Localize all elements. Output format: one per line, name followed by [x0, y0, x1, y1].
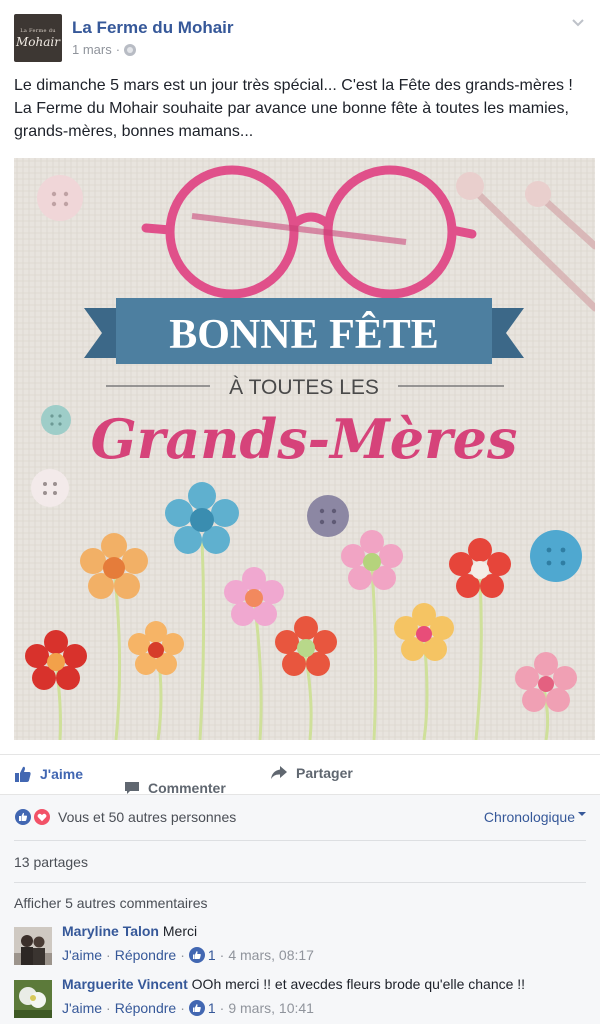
feedback-section: Vous et 50 autres personnes Chronologiqu…: [0, 794, 600, 1024]
comment-actions: J'aime · Répondre · 1 · 4 mars, 08:17: [62, 947, 314, 963]
comment-actions: J'aime · Répondre · 1 · 9 mars, 10:41: [62, 1000, 314, 1016]
post-text: Le dimanche 5 mars est un jour très spéc…: [14, 77, 573, 140]
share-arrow-icon: [271, 766, 287, 779]
comment-author[interactable]: Maryline Talon: [62, 923, 159, 939]
comment-sort-select[interactable]: Chronologique: [484, 809, 586, 825]
image-title-line1: BONNE FÊTE: [169, 311, 439, 358]
share-button[interactable]: Partager: [270, 765, 353, 781]
reactions-summary[interactable]: Vous et 50 autres personnes: [58, 809, 236, 825]
action-bar: J'aime Commenter Partager: [0, 754, 600, 796]
reaction-icons[interactable]: [14, 808, 54, 826]
comment-author[interactable]: Marguerite Vincent: [62, 976, 188, 992]
chevron-down-icon[interactable]: [570, 14, 586, 30]
like-label: J'aime: [40, 766, 84, 782]
fete-grands-meres-illustration: BONNE FÊTE À TOUTES LES Grands-Mères: [14, 158, 595, 740]
post-header: La Ferme du Mohair La Ferme du Mohair 1 …: [14, 14, 586, 64]
view-more-comments-link[interactable]: Afficher 5 autres commentaires: [14, 895, 208, 911]
comment-like-count[interactable]: 1: [208, 947, 216, 963]
post-image[interactable]: BONNE FÊTE À TOUTES LES Grands-Mères: [14, 158, 595, 740]
divider: [14, 840, 586, 841]
comment-like-link[interactable]: J'aime: [62, 947, 102, 963]
post-meta: 1 mars ·: [72, 42, 137, 57]
comment-reply-link[interactable]: Répondre: [115, 1000, 177, 1016]
page-name-link[interactable]: La Ferme du Mohair: [72, 18, 234, 38]
avatar[interactable]: [14, 980, 52, 1018]
comment-like-link[interactable]: J'aime: [62, 1000, 102, 1016]
thumbs-up-icon: [188, 947, 205, 963]
comment-body: OOh merci !! et avecdes fleurs brode qu'…: [191, 976, 526, 992]
comment-timestamp[interactable]: 9 mars, 10:41: [228, 1000, 314, 1016]
avatar-logo-text: Mohair: [16, 34, 60, 49]
comment-item: Marguerite Vincent OOh merci !! et avecd…: [14, 976, 586, 1022]
image-title-line2: À TOUTES LES: [229, 376, 379, 399]
comment-reply-link[interactable]: Répondre: [115, 947, 177, 963]
caret-down-icon: [578, 812, 586, 816]
comment-text-line: Marguerite Vincent OOh merci !! et avecd…: [62, 976, 525, 992]
shares-count[interactable]: 13 partages: [14, 854, 88, 870]
avatar[interactable]: [14, 927, 52, 965]
share-label: Partager: [296, 765, 353, 781]
comment-item: Maryline Talon Merci J'aime · Répondre ·…: [14, 923, 586, 969]
thumbs-up-icon: [188, 1000, 205, 1016]
comment-like-count[interactable]: 1: [208, 1000, 216, 1016]
meta-separator: ·: [115, 42, 121, 57]
globe-icon: [124, 43, 137, 56]
divider: [14, 882, 586, 883]
image-title-line3: Grands-Mères: [91, 407, 518, 471]
like-button[interactable]: J'aime: [14, 765, 83, 783]
post-date[interactable]: 1 mars: [72, 42, 112, 57]
sort-label: Chronologique: [483, 809, 575, 825]
comment-text-line: Maryline Talon Merci: [62, 923, 197, 939]
thumbs-up-icon: [15, 766, 31, 782]
reactions-row: Vous et 50 autres personnes Chronologiqu…: [14, 807, 586, 827]
page-avatar[interactable]: La Ferme du Mohair: [14, 14, 62, 62]
comment-timestamp[interactable]: 4 mars, 08:17: [228, 947, 314, 963]
comment-body: Merci: [162, 923, 198, 939]
avatar-small-text: La Ferme du: [20, 27, 56, 34]
